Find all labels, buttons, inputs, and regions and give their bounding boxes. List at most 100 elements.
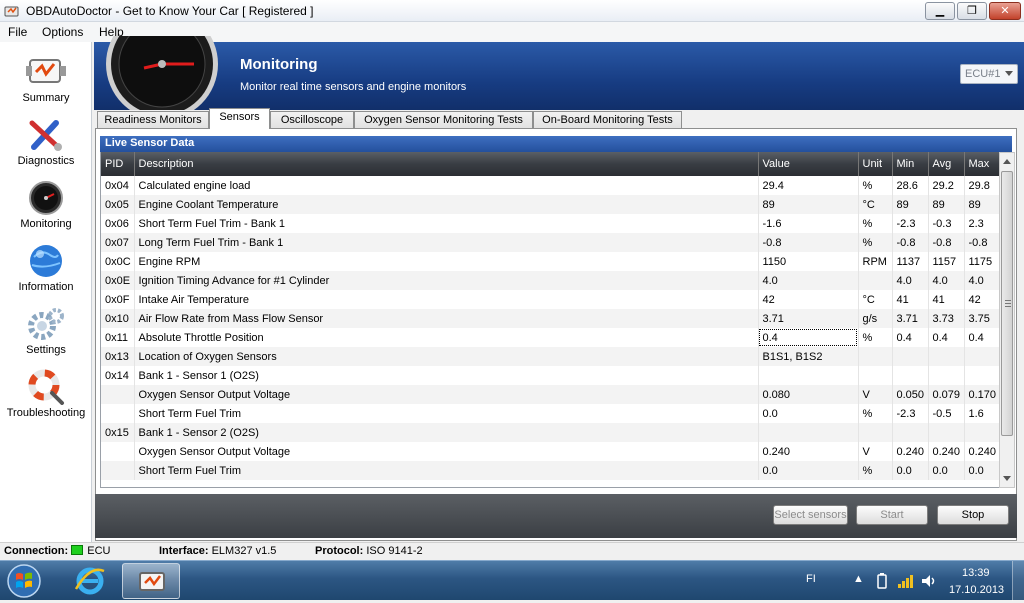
protocol-label: Protocol: xyxy=(315,545,364,557)
header-banner: Monitoring Monitor real time sensors and… xyxy=(94,36,1024,110)
cell-pid: 0x13 xyxy=(101,347,135,366)
cell-description: Air Flow Rate from Mass Flow Sensor xyxy=(134,309,759,328)
cell-pid xyxy=(101,461,135,480)
cell-avg: 29.2 xyxy=(928,176,965,195)
sensor-grid[interactable]: PID Description Value Unit Min Avg Max 0… xyxy=(100,152,999,488)
tab-oscilloscope[interactable]: Oscilloscope xyxy=(270,111,354,129)
cell-pid: 0x11 xyxy=(101,328,135,347)
column-header-min[interactable]: Min xyxy=(892,152,929,176)
cell-value: 4.0 xyxy=(758,271,859,290)
table-row[interactable]: 0x07 Long Term Fuel Trim - Bank 1 -0.8% -0.… xyxy=(101,233,999,252)
protocol-value: ISO 9141-2 xyxy=(366,545,423,557)
table-row[interactable]: Oxygen Sensor Output Voltage 0.080 V 0.050 0… xyxy=(101,385,999,404)
cell-unit xyxy=(858,423,893,442)
cell-unit xyxy=(858,347,893,366)
start-button[interactable]: Start xyxy=(856,505,928,525)
cell-value: 89 xyxy=(758,195,859,214)
clock-date[interactable]: 17.10.2013 xyxy=(949,584,1004,596)
menu-file[interactable]: File xyxy=(8,25,27,39)
select-sensors-button[interactable]: Select sensors xyxy=(773,505,848,525)
cell-min: -2.3 xyxy=(892,404,929,423)
cell-max: 1175 xyxy=(964,252,999,271)
cell-avg xyxy=(928,347,965,366)
table-row[interactable]: 0x13 Location of Oxygen Sensors B1S1, B1S2 xyxy=(101,347,999,366)
cell-max: 0.240 xyxy=(964,442,999,461)
nav-diagnostics[interactable]: Diagnostics xyxy=(0,113,92,173)
tab-sensors[interactable]: Sensors xyxy=(209,108,270,129)
sensor-grid-scrollbar[interactable] xyxy=(999,152,1015,488)
table-row[interactable]: 0x0E Ignition Timing Advance for #1 Cylin… xyxy=(101,271,999,290)
cell-unit: % xyxy=(858,176,893,195)
table-row[interactable]: Short Term Fuel Trim 0.0% 0.0 0.0 0.0 xyxy=(101,461,999,480)
nav-diagnostics-label: Diagnostics xyxy=(17,155,75,167)
page-title: Monitoring xyxy=(240,56,318,73)
cell-max: 0.170 xyxy=(964,385,999,404)
menu-options[interactable]: Options xyxy=(42,25,83,39)
interface-label: Interface: xyxy=(159,545,209,557)
ecu-select[interactable]: ECU#1 xyxy=(960,64,1018,84)
cell-unit: RPM xyxy=(858,252,893,271)
show-hidden-icons-icon[interactable]: ▲ xyxy=(853,573,864,585)
cell-unit: V xyxy=(858,442,893,461)
minimize-button[interactable]: ▁ xyxy=(925,2,955,20)
table-row[interactable]: Short Term Fuel Trim 0.0% -2.3 -0.5 1.6 xyxy=(101,404,999,423)
column-header-unit[interactable]: Unit xyxy=(858,152,893,176)
table-row[interactable]: Oxygen Sensor Output Voltage 0.240 V 0.240 0… xyxy=(101,442,999,461)
column-header-value[interactable]: Value xyxy=(758,152,859,176)
nav-troubleshooting-label: Troubleshooting xyxy=(6,407,86,419)
cell-description: Intake Air Temperature xyxy=(134,290,759,309)
stop-button[interactable]: Stop xyxy=(937,505,1009,525)
cell-description: Bank 1 - Sensor 2 (O2S) xyxy=(134,423,759,442)
nav-monitoring[interactable]: Monitoring xyxy=(0,176,92,236)
close-button[interactable]: ✕ xyxy=(989,2,1021,20)
nav-summary[interactable]: Summary xyxy=(0,50,92,110)
volume-icon[interactable] xyxy=(920,573,938,589)
column-header-pid[interactable]: PID xyxy=(101,152,135,176)
nav-settings[interactable]: Settings xyxy=(0,302,92,362)
table-row[interactable]: 0x06 Short Term Fuel Trim - Bank 1 -1.6% -2… xyxy=(101,214,999,233)
table-row[interactable]: 0x11 Absolute Throttle Position 0.4% 0.4 0.4… xyxy=(101,328,999,347)
language-indicator[interactable]: FI xyxy=(806,573,816,585)
gauge-icon xyxy=(106,36,218,110)
cell-max: 3.75 xyxy=(964,309,999,328)
table-row[interactable]: 0x05 Engine Coolant Temperature 89 °C 89 89 89 xyxy=(101,195,999,214)
nav-information[interactable]: Information xyxy=(0,239,92,299)
connection-value: ECU xyxy=(87,545,111,557)
table-row[interactable]: 0x0F Intake Air Temperature 42 °C 41 41 42 xyxy=(101,290,999,309)
table-row[interactable]: 0x04 Calculated engine load 29.4% 28.6 29.2 2… xyxy=(101,176,999,195)
cell-min: 28.6 xyxy=(892,176,929,195)
taskbar-internet-explorer[interactable] xyxy=(64,563,116,599)
clock-time[interactable]: 13:39 xyxy=(962,567,990,579)
table-row[interactable]: 0x0C Engine RPM 1150 RPM 1137 1157 1175 xyxy=(101,252,999,271)
ecu-select-value: ECU#1 xyxy=(965,68,1001,80)
nav-troubleshooting[interactable]: Troubleshooting xyxy=(0,365,92,425)
nav-summary-label: Summary xyxy=(22,92,70,104)
cell-unit: % xyxy=(858,233,893,252)
tab-on-board-monitoring-tests[interactable]: On-Board Monitoring Tests xyxy=(533,111,682,129)
column-header-description[interactable]: Description xyxy=(134,152,759,176)
table-row[interactable]: 0x10 Air Flow Rate from Mass Flow Sensor 3… xyxy=(101,309,999,328)
column-header-avg[interactable]: Avg xyxy=(928,152,965,176)
cell-description: Oxygen Sensor Output Voltage xyxy=(134,442,759,461)
taskbar-obdautodoctor[interactable] xyxy=(122,563,180,599)
tab-readiness-monitors[interactable]: Readiness Monitors xyxy=(97,111,209,129)
maximize-button[interactable]: ❐ xyxy=(957,2,987,20)
scroll-up-arrow-icon[interactable] xyxy=(1003,159,1011,164)
table-row[interactable]: 0x14 Bank 1 - Sensor 1 (O2S) xyxy=(101,366,999,385)
show-desktop-button[interactable] xyxy=(1012,561,1024,601)
cell-avg: 0.4 xyxy=(928,328,965,347)
scroll-down-arrow-icon[interactable] xyxy=(1003,476,1011,481)
tab-oxygen-sensor-monitoring-tests[interactable]: Oxygen Sensor Monitoring Tests xyxy=(354,111,533,129)
windows-start-icon[interactable] xyxy=(6,563,42,599)
grip-line xyxy=(1005,303,1011,304)
cell-avg xyxy=(928,423,965,442)
cell-min: 41 xyxy=(892,290,929,309)
scrollbar-thumb[interactable] xyxy=(1001,171,1013,436)
column-header-max[interactable]: Max xyxy=(964,152,999,176)
cell-unit: % xyxy=(858,328,893,347)
table-row[interactable]: 0x15 Bank 1 - Sensor 2 (O2S) xyxy=(101,423,999,442)
battery-icon[interactable] xyxy=(876,573,888,589)
connection-label: Connection: xyxy=(4,545,69,557)
cell-value: 1150 xyxy=(758,252,859,271)
network-signal-icon[interactable] xyxy=(897,573,915,589)
